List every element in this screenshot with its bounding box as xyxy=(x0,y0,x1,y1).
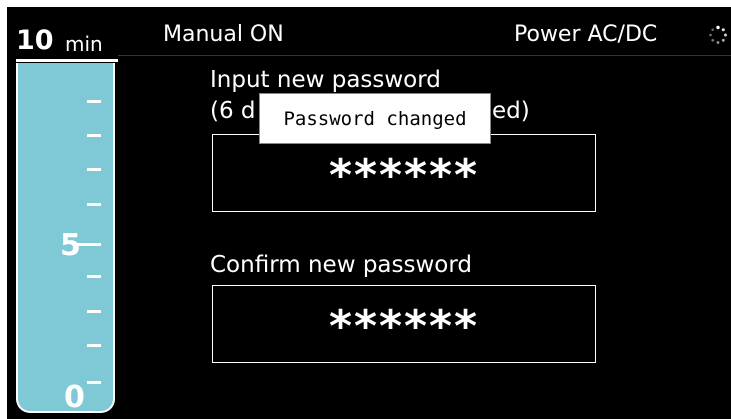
scale-tick xyxy=(87,381,101,384)
timer-value: 10 xyxy=(16,25,54,56)
device-screen: 10 min 5 0 Manual ON Power AC/DC Input n… xyxy=(7,7,731,419)
new-password-hint-start: (6 d xyxy=(210,98,256,124)
new-password-hint-end: ed) xyxy=(492,98,530,124)
mode-status: Manual ON xyxy=(163,22,284,47)
scale-label-0: 0 xyxy=(64,380,85,415)
scale-tick xyxy=(87,275,101,278)
power-status: Power AC/DC xyxy=(514,22,658,47)
new-password-label: Input new password xyxy=(210,67,441,93)
scale-tick xyxy=(87,168,101,171)
confirm-password-value: ****** xyxy=(328,301,480,352)
confirm-password-field[interactable]: ****** xyxy=(212,285,596,363)
scale-tick xyxy=(87,100,101,103)
confirm-password-label: Confirm new password xyxy=(210,252,473,278)
scale-tick xyxy=(87,344,101,347)
timer-header: 10 min xyxy=(7,7,118,63)
scale-label-5: 5 xyxy=(60,228,81,263)
scale-tick xyxy=(87,310,101,313)
new-password-field[interactable]: ****** xyxy=(212,134,596,212)
scale-tick xyxy=(87,203,101,206)
timer-divider xyxy=(16,59,118,62)
timer-unit: min xyxy=(65,32,103,56)
header-divider xyxy=(118,55,731,56)
loading-spinner-icon xyxy=(709,25,727,44)
toast-message: Password changed xyxy=(283,107,467,130)
password-changed-toast: Password changed xyxy=(259,93,491,144)
timer-scale: 5 0 xyxy=(16,63,115,413)
new-password-value: ****** xyxy=(328,150,480,201)
timer-panel: 10 min 5 0 xyxy=(7,7,118,419)
scale-tick xyxy=(87,134,101,137)
